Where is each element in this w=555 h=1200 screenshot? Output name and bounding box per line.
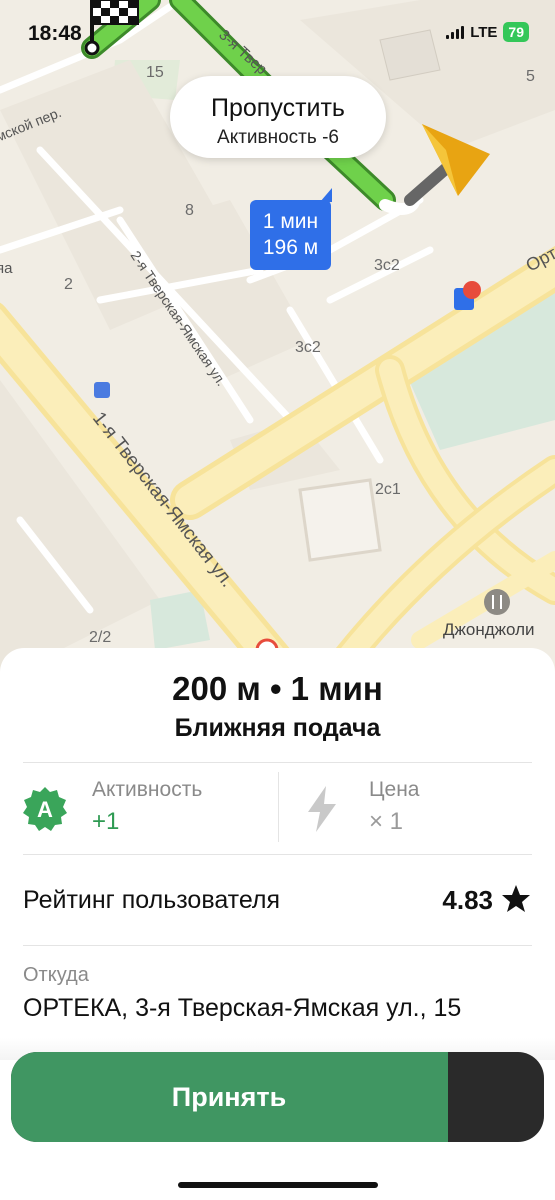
eta-distance: 196 м [262, 236, 319, 259]
building-number: 2 [64, 276, 73, 293]
building-number: 2/2 [89, 629, 111, 646]
eta-time: 1 мин [262, 210, 319, 233]
svg-text:A: A [37, 797, 53, 822]
poi-label: Джонджоли [443, 620, 535, 639]
status-indicators: LTE 79 [446, 22, 529, 42]
divider [23, 945, 532, 946]
order-distance-time: 200 м • 1 мин [172, 670, 383, 707]
star-icon [502, 885, 530, 912]
activity-badge-icon: A [23, 787, 67, 831]
lightning-icon [308, 786, 336, 832]
divider [23, 854, 532, 855]
building-number: 2с1 [375, 481, 401, 498]
building-number: 3с2 [295, 339, 321, 356]
price-label: Цена [369, 778, 420, 801]
building-number: 5 [526, 68, 535, 85]
price-multiplier: × 1 [369, 808, 404, 835]
order-type: Ближняя подача [174, 714, 381, 742]
signal-icon [446, 25, 465, 39]
activity-label: Активность [92, 778, 203, 801]
status-time: 18:48 [28, 22, 82, 45]
building-number: 15 [146, 64, 164, 81]
skip-title: Пропустить [211, 94, 345, 122]
accept-button[interactable]: Принять [11, 1052, 544, 1142]
activity-value: +1 [92, 808, 120, 835]
home-indicator [178, 1182, 378, 1188]
skip-button[interactable]: Пропустить Активность -6 [170, 76, 386, 158]
map-block [298, 478, 382, 562]
rating-label: Рейтинг пользователя [23, 886, 281, 914]
building-number: 3с2 [374, 257, 400, 274]
divider [23, 762, 532, 763]
divider-vertical [278, 772, 279, 842]
bus-stop-icon [94, 382, 110, 398]
network-type: LTE [470, 23, 498, 41]
building-number: 8 [185, 202, 194, 219]
rating-value: 4.83 [442, 885, 493, 915]
eta-bubble: 1 мин 196 м [250, 188, 332, 270]
restaurant-icon [484, 589, 510, 615]
skip-activity-penalty: Активность -6 [217, 127, 339, 148]
street-label: яа [0, 260, 13, 277]
pickup-address: ОРТЕКА, 3-я Тверская-Ямская ул., 15 [23, 994, 462, 1022]
status-bar: 18:48 LTE 79 [0, 0, 555, 60]
from-label: Откуда [23, 964, 89, 986]
accept-label: Принять [171, 1082, 287, 1112]
battery-icon: 79 [503, 22, 529, 42]
